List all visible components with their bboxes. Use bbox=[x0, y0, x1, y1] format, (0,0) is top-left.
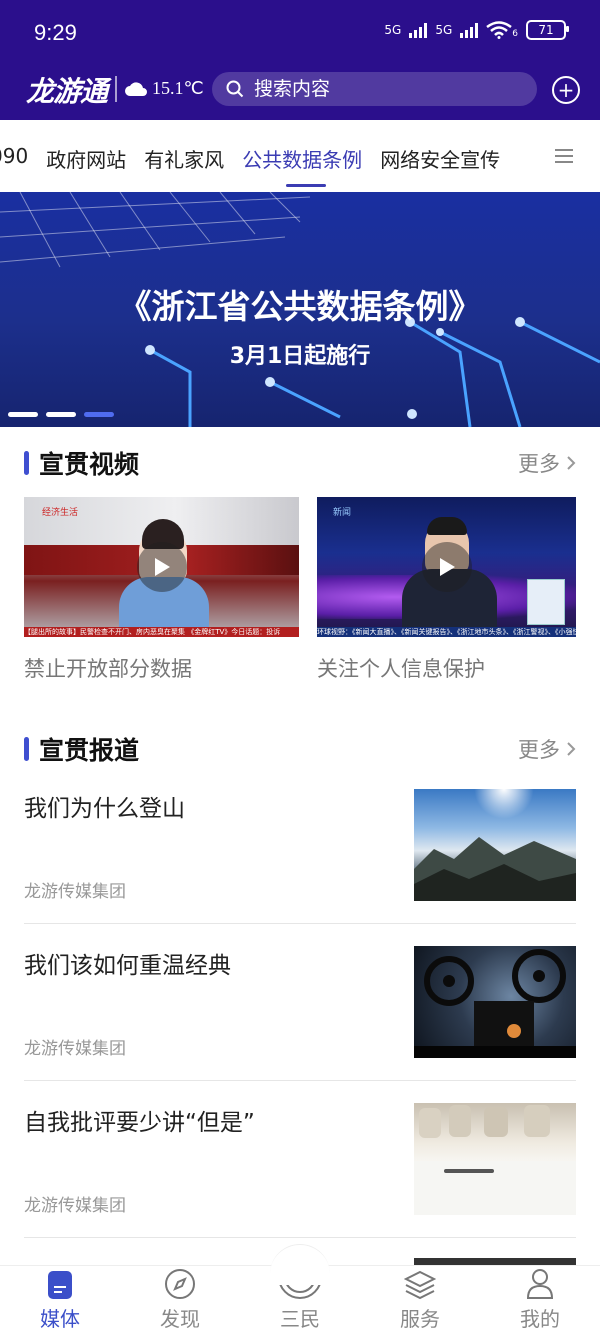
app-header: 9:29 5G 5G 6 71 龙游通 15.1℃ + bbox=[0, 0, 600, 120]
chevron-right-icon bbox=[567, 456, 576, 470]
news-separator bbox=[24, 1080, 576, 1081]
news-source: 龙游传媒集团 bbox=[24, 1196, 126, 1216]
nav-mine[interactable]: 我的 bbox=[480, 1266, 600, 1336]
banner-carousel[interactable]: 《浙江省公共数据条例》 3月1日起施行 bbox=[0, 192, 600, 427]
video-thumbnail: 经济生活 【腿出所的故事】民警检查不开门、房内恶臭在聚集 《金牌红TV》今日话题… bbox=[24, 497, 299, 637]
video-ticker: 【腿出所的故事】民警检查不开门、房内恶臭在聚集 《金牌红TV》今日话题：投诉 bbox=[24, 627, 299, 637]
signal-icon-2 bbox=[460, 22, 479, 38]
tab-090[interactable]: 090 bbox=[0, 144, 28, 173]
tab-family-style[interactable]: 有礼家风 bbox=[144, 144, 224, 173]
weather-widget[interactable]: 15.1℃ bbox=[124, 78, 204, 99]
nav-label: 发现 bbox=[160, 1307, 200, 1331]
banner-subtitle: 3月1日起施行 bbox=[229, 344, 371, 369]
video-card[interactable]: 经济生活 【腿出所的故事】民警检查不开门、房内恶臭在聚集 《金牌红TV》今日话题… bbox=[24, 497, 299, 683]
video-section-title: 宣贯视频 bbox=[39, 450, 140, 479]
news-item[interactable]: 我们该如何重温经典 龙游传媒集团 bbox=[24, 946, 576, 1102]
video-card[interactable]: 新闻 环球视野：《新闻大直播》、《新闻关键报告》、《浙江地市头条》、《浙江警视》… bbox=[317, 497, 576, 683]
battery-level: 71 bbox=[538, 23, 554, 37]
search-icon bbox=[226, 80, 244, 98]
video-caption: 禁止开放部分数据 bbox=[24, 657, 192, 681]
news-title: 自我批评要少讲“但是” bbox=[24, 1110, 255, 1136]
report-section-title: 宣贯报道 bbox=[39, 736, 140, 765]
news-source: 龙游传媒集团 bbox=[24, 882, 126, 902]
news-separator bbox=[24, 923, 576, 924]
play-icon[interactable] bbox=[421, 542, 472, 592]
carousel-indicators bbox=[8, 412, 114, 417]
news-title: 我们为什么登山 bbox=[24, 796, 185, 822]
video-section-header: 宣贯视频 更多 bbox=[24, 445, 576, 481]
chevron-right-icon bbox=[567, 742, 576, 756]
compass-icon bbox=[165, 1269, 195, 1299]
nav-service[interactable]: 服务 bbox=[360, 1266, 480, 1336]
temperature: 15.1℃ bbox=[152, 78, 204, 98]
search-input[interactable] bbox=[252, 77, 496, 101]
video-thumbnail: 新闻 环球视野：《新闻大直播》、《新闻关键报告》、《浙江地市头条》、《浙江警视》… bbox=[317, 497, 576, 637]
more-label: 更多 bbox=[518, 452, 560, 476]
channel-tabs: 090 政府网站 有礼家风 公共数据条例 网络安全宣传 bbox=[0, 120, 600, 192]
section-marker bbox=[24, 737, 29, 761]
news-thumbnail-projector bbox=[414, 946, 576, 1058]
cloud-icon bbox=[125, 81, 147, 96]
news-thumbnail-meeting-table bbox=[414, 1103, 576, 1215]
menu-icon[interactable] bbox=[554, 148, 574, 168]
user-icon bbox=[526, 1269, 554, 1299]
layers-icon bbox=[404, 1270, 436, 1300]
wifi-sub-label: 6 bbox=[512, 29, 518, 39]
section-title: 宣贯报道 bbox=[24, 731, 139, 767]
news-separator bbox=[24, 1237, 576, 1238]
carousel-dot-active[interactable] bbox=[84, 412, 114, 417]
section-marker bbox=[24, 451, 29, 475]
channel-label: 新闻 bbox=[333, 508, 352, 518]
news-item[interactable]: 自我批评要少讲“但是” 龙游传媒集团 bbox=[24, 1103, 576, 1259]
signal-icon bbox=[409, 22, 428, 38]
network-label-2: 5G bbox=[435, 23, 453, 37]
wifi-icon: 6 bbox=[486, 21, 518, 39]
nav-label: 我的 bbox=[520, 1307, 560, 1331]
status-time: 9:29 bbox=[34, 20, 77, 45]
add-icon[interactable]: + bbox=[552, 76, 580, 104]
tab-cyber-security[interactable]: 网络安全宣传 bbox=[380, 144, 500, 173]
news-source: 龙游传媒集团 bbox=[24, 1039, 126, 1059]
video-more-link[interactable]: 更多 bbox=[518, 448, 576, 478]
header-divider bbox=[115, 76, 117, 102]
app-logo: 龙游通 bbox=[26, 75, 108, 108]
carousel-dot[interactable] bbox=[8, 412, 38, 417]
play-icon[interactable] bbox=[136, 542, 187, 592]
video-ticker: 环球视野：《新闻大直播》、《新闻关键报告》、《浙江地市头条》、《浙江警视》、《小… bbox=[317, 627, 576, 637]
channel-label: 经济生活 bbox=[42, 508, 79, 518]
video-caption: 关注个人信息保护 bbox=[317, 657, 485, 681]
nav-label: 媒体 bbox=[40, 1307, 80, 1331]
status-bar-icons: 5G 5G 6 71 bbox=[384, 20, 569, 40]
more-label: 更多 bbox=[518, 738, 560, 762]
bottom-navigation: 媒体 发现 三民 服务 我的 bbox=[0, 1244, 600, 1336]
document-icon bbox=[48, 1271, 72, 1299]
nav-label: 三民 bbox=[280, 1307, 320, 1331]
section-title: 宣贯视频 bbox=[24, 445, 139, 481]
nav-discover[interactable]: 发现 bbox=[120, 1266, 240, 1336]
report-section-header: 宣贯报道 更多 bbox=[24, 731, 576, 767]
network-label-1: 5G bbox=[384, 23, 402, 37]
news-item[interactable]: 我们为什么登山 龙游传媒集团 bbox=[24, 789, 576, 945]
carousel-dot[interactable] bbox=[46, 412, 76, 417]
battery-icon: 71 bbox=[526, 20, 569, 40]
search-bar[interactable] bbox=[212, 72, 537, 106]
nav-media[interactable]: 媒体 bbox=[0, 1266, 120, 1336]
tab-public-data-regulation[interactable]: 公共数据条例 bbox=[242, 144, 362, 187]
banner-title: 《浙江省公共数据条例》 bbox=[118, 287, 482, 326]
news-title: 我们该如何重温经典 bbox=[24, 953, 231, 979]
nav-label: 服务 bbox=[400, 1307, 440, 1331]
report-more-link[interactable]: 更多 bbox=[518, 734, 576, 764]
news-thumbnail-mountains bbox=[414, 789, 576, 901]
tab-gov-site[interactable]: 政府网站 bbox=[46, 144, 126, 173]
tab-track: 090 政府网站 有礼家风 公共数据条例 网络安全宣传 bbox=[0, 144, 500, 187]
